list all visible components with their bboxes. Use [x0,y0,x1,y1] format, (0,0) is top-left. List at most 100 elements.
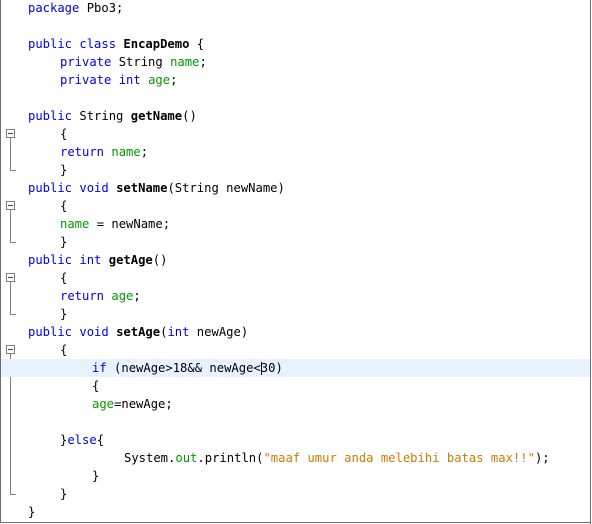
code-token: Pbo3; [79,1,124,15]
code-line[interactable]: } [1,503,591,521]
code-line[interactable] [1,89,591,107]
code-text: { [60,197,67,215]
code-text: return name; [60,143,148,161]
code-text: package Pbo3; [28,0,123,17]
code-token: =newAge; [114,397,173,411]
code-text: } [60,161,67,179]
code-token: if [92,361,107,375]
code-line[interactable]: public class EncapDemo { [1,35,591,53]
code-token: System. [124,451,176,465]
code-line[interactable]: age=newAge; [1,395,591,413]
code-token: () [182,109,197,123]
code-text: { [60,125,67,143]
code-line[interactable]: } [1,485,591,503]
code-text: public class EncapDemo { [28,35,204,53]
code-text: public void setName(String newName) [28,179,285,197]
code-line[interactable]: return name; [1,143,591,161]
code-token: return [60,289,105,303]
code-token: getAge [108,253,153,267]
code-text: return age; [60,287,141,305]
code-editor[interactable]: package Pbo3; public class EncapDemo {pri… [0,0,591,523]
code-token: name [111,145,141,159]
code-line[interactable]: { [1,341,591,359]
code-token: .println( [197,451,264,465]
code-token: { [96,433,105,447]
code-text: System.out.println("maaf umur anda meleb… [124,449,550,467]
code-token: { [60,271,68,285]
code-token: } [60,307,68,321]
code-token: newAge) [189,325,249,339]
code-token: public [28,325,73,339]
code-line[interactable]: if (newAge>18&& newAge<30) [1,359,591,377]
code-line[interactable]: public int getAge() [1,251,591,269]
code-token: String [72,109,131,123]
code-text: { [60,269,67,287]
code-token: out [175,451,198,465]
code-token: package [28,1,80,15]
code-token: age [111,289,134,303]
code-token: ; [133,289,141,303]
code-line[interactable]: { [1,377,591,395]
code-text: } [60,305,67,323]
code-line[interactable]: } [1,305,591,323]
code-token: { [60,127,68,141]
code-line[interactable]: private int age; [1,71,591,89]
code-line[interactable]: { [1,125,591,143]
code-line[interactable] [1,17,591,35]
code-token: age [92,397,115,411]
code-line[interactable]: } [1,161,591,179]
code-token: } [60,235,68,249]
code-line[interactable]: public String getName() [1,107,591,125]
code-token: int [118,73,141,87]
code-token: } [60,487,68,501]
code-token: age [148,73,171,87]
code-line[interactable]: return age; [1,287,591,305]
code-line[interactable]: { [1,197,591,215]
editor-border [590,0,591,524]
code-line[interactable]: private String name; [1,53,591,71]
code-token: "maaf umur anda melebihi batas max!!" [263,451,535,465]
code-text: { [92,377,99,395]
code-line[interactable]: public void setName(String newName) [1,179,591,197]
code-token: else [67,433,97,447]
code-token: } [92,469,100,483]
code-token: getName [130,109,183,123]
code-line[interactable]: name = newName; [1,215,591,233]
code-text: }else{ [60,431,104,449]
code-text: name = newName; [60,215,170,233]
code-token: public [28,37,73,51]
code-token: return [60,145,105,159]
code-token: private [60,55,112,69]
code-text: } [28,503,35,521]
code-line[interactable]: } [1,233,591,251]
code-token: { [60,343,68,357]
code-token: { [92,379,100,393]
code-token: setName [116,181,168,195]
code-line[interactable]: System.out.println("maaf umur anda meleb… [1,449,591,467]
code-text: age=newAge; [92,395,173,413]
code-token: { [60,199,68,213]
code-text: public void setAge(int newAge) [28,323,248,341]
code-text: } [60,485,67,503]
code-line[interactable]: public void setAge(int newAge) [1,323,591,341]
code-line[interactable]: }else{ [1,431,591,449]
code-token: public [28,253,73,267]
code-token: () [152,253,168,267]
code-text: public String getName() [28,107,197,125]
code-line[interactable]: } [1,467,591,485]
code-token: EncapDemo [123,37,190,51]
code-token: public [28,181,73,195]
code-line[interactable]: package Pbo3; [1,0,591,17]
code-token: int [79,253,102,267]
code-token: String [111,55,171,69]
code-token: ; [170,73,178,87]
code-token: name [60,217,90,231]
code-line[interactable]: { [1,269,591,287]
code-text: private int age; [60,71,177,89]
code-token: ; [140,145,149,159]
code-line[interactable] [1,413,591,431]
